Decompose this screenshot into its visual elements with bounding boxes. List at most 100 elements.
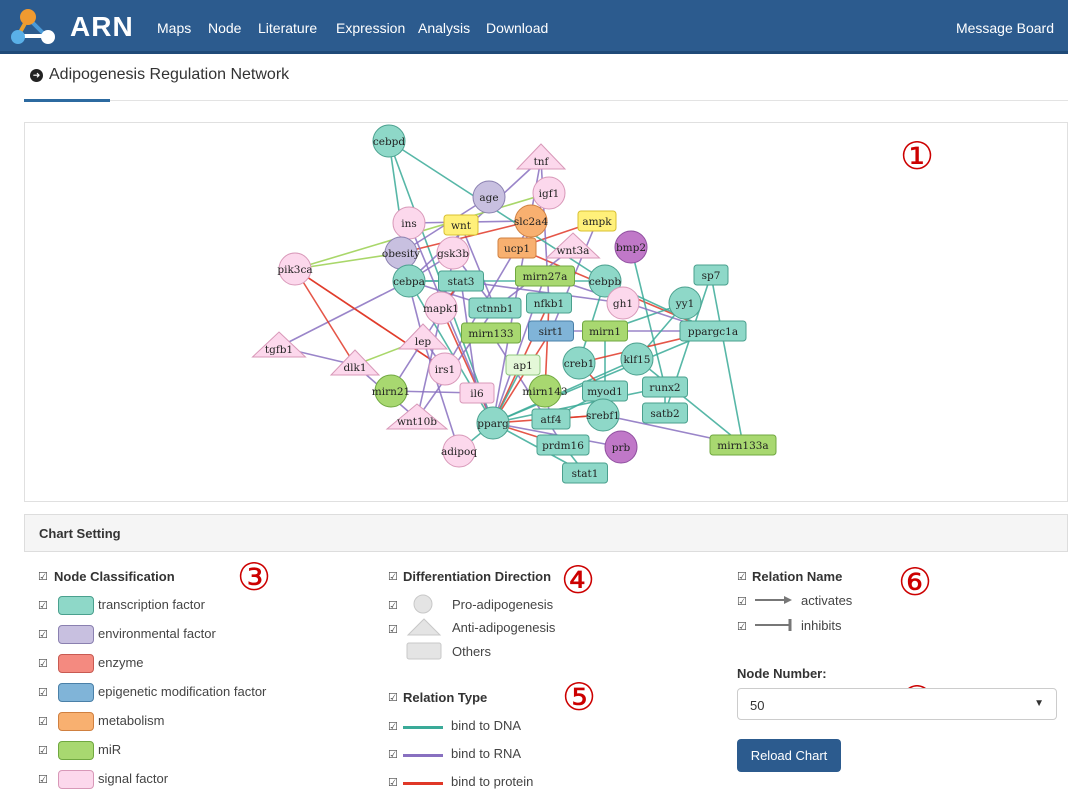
network-edge: [710, 274, 744, 446]
nav-analysis[interactable]: Analysis: [418, 20, 470, 36]
checkbox-enzyme[interactable]: ☑: [38, 657, 48, 670]
network-node-cebpd[interactable]: cebpd: [372, 124, 406, 158]
nav-expression[interactable]: Expression: [336, 20, 405, 36]
nav-download[interactable]: Download: [486, 20, 548, 36]
checkbox-activates[interactable]: ☑: [737, 595, 747, 608]
network-node-prdm16[interactable]: prdm16: [536, 434, 590, 456]
network-node-ins[interactable]: ins: [392, 206, 426, 240]
callout-6: ⑥: [898, 562, 933, 604]
swatch-mir: [58, 741, 94, 760]
checkbox-pro-adipogenesis[interactable]: ☑: [388, 599, 398, 612]
label-bind-dna: bind to DNA: [451, 718, 522, 733]
network-node-label: igf1: [539, 188, 560, 200]
checkbox-inhibits[interactable]: ☑: [737, 620, 747, 633]
network-node-mirn21[interactable]: mirn21: [372, 374, 410, 408]
network-node-myod1[interactable]: myod1: [582, 380, 628, 402]
network-node-mirn1[interactable]: mirn1: [582, 320, 628, 342]
nav-node[interactable]: Node: [208, 20, 241, 36]
checkbox-mir[interactable]: ☑: [38, 744, 48, 757]
relation-type-checkbox[interactable]: ☑: [388, 691, 398, 704]
checkbox-signal-factor[interactable]: ☑: [38, 773, 48, 786]
network-graph[interactable]: cebpd tnf igf1 age ins wnt slc2a4 ampk obesity gs…: [25, 123, 1067, 501]
reload-chart-button[interactable]: Reload Chart: [737, 739, 841, 772]
network-node-ucp1[interactable]: ucp1: [497, 237, 537, 259]
label-metabolism: metabolism: [98, 713, 165, 728]
network-node-srebf1[interactable]: srebf1: [586, 398, 620, 432]
network-node-bmp2[interactable]: bmp2: [614, 230, 648, 264]
network-node-label: tnf: [534, 156, 550, 168]
node-classification-checkbox[interactable]: ☑: [38, 570, 48, 583]
network-node-mirn133a[interactable]: mirn133a: [709, 434, 777, 456]
network-graph-panel[interactable]: cebpd tnf igf1 age ins wnt slc2a4 ampk obesity gs…: [24, 122, 1068, 502]
network-node-mirn133[interactable]: mirn133: [461, 322, 521, 344]
node-number-select[interactable]: 50 ▼: [737, 688, 1057, 720]
checkbox-bind-dna[interactable]: ☑: [388, 720, 398, 733]
checkbox-anti-adipogenesis[interactable]: ☑: [388, 623, 398, 636]
nav-literature[interactable]: Literature: [258, 20, 317, 36]
network-node-age[interactable]: age: [472, 180, 506, 214]
network-edge: [636, 358, 744, 446]
network-node-nfkb1[interactable]: nfkb1: [526, 292, 572, 314]
checkbox-transcription-factor[interactable]: ☑: [38, 599, 48, 612]
network-node-gsk3b[interactable]: gsk3b: [436, 236, 470, 270]
network-node-tgfb1[interactable]: tgfb1: [251, 331, 307, 358]
network-node-mirn27a[interactable]: mirn27a: [515, 265, 575, 287]
nav-maps[interactable]: Maps: [157, 20, 191, 36]
network-node-label: dlk1: [343, 362, 366, 374]
triangle-shape-icon: [406, 618, 442, 636]
network-node-label: ctnnb1: [476, 303, 513, 315]
caret-down-icon: ▼: [1034, 698, 1044, 709]
network-node-creb1[interactable]: creb1: [562, 346, 596, 380]
network-node-ampk[interactable]: ampk: [577, 210, 617, 232]
network-node-irs1[interactable]: irs1: [428, 352, 462, 386]
checkbox-bind-protein[interactable]: ☑: [388, 776, 398, 789]
network-node-label: creb1: [564, 358, 595, 370]
checkbox-epigenetic[interactable]: ☑: [38, 686, 48, 699]
inhibit-bar-icon: [755, 619, 792, 631]
network-node-label: mirn21: [372, 386, 410, 398]
network-node-sirt1[interactable]: sirt1: [528, 320, 574, 342]
network-node-ppargc1a[interactable]: ppargc1a: [679, 320, 747, 342]
top-navbar: ARN Maps Node Literature Expression Anal…: [0, 0, 1068, 54]
network-node-wnt3a[interactable]: wnt3a: [545, 232, 601, 259]
network-node-mapk1[interactable]: mapk1: [423, 291, 459, 325]
network-node-stat1[interactable]: stat1: [562, 462, 608, 484]
differentiation-direction-checkbox[interactable]: ☑: [388, 570, 398, 583]
network-node-pik3ca[interactable]: pik3ca: [277, 252, 313, 286]
network-node-sp7[interactable]: sp7: [693, 264, 729, 286]
label-pro-adipogenesis: Pro-adipogenesis: [452, 597, 554, 612]
network-node-yy1[interactable]: yy1: [668, 286, 702, 320]
checkbox-environmental-factor[interactable]: ☑: [38, 628, 48, 641]
node-number-label: Node Number:: [737, 666, 827, 681]
checkbox-metabolism[interactable]: ☑: [38, 715, 48, 728]
network-node-cebpa[interactable]: cebpa: [392, 264, 426, 298]
checkbox-bind-rna[interactable]: ☑: [388, 748, 398, 761]
network-node-atf4[interactable]: atf4: [531, 408, 571, 430]
network-node-label: gh1: [613, 298, 633, 310]
callout-1: ①: [900, 136, 935, 178]
nav-message-board[interactable]: Message Board: [956, 20, 1054, 36]
relation-name-checkbox[interactable]: ☑: [737, 570, 747, 583]
network-node-ctnnb1[interactable]: ctnnb1: [468, 297, 522, 319]
line-bind-protein: [403, 782, 443, 785]
network-node-mirn143[interactable]: mirn143: [522, 374, 568, 408]
network-node-prb[interactable]: prb: [604, 430, 638, 464]
network-node-klf15[interactable]: klf15: [620, 342, 654, 376]
network-node-stat3[interactable]: stat3: [438, 270, 484, 292]
network-node-wnt10b[interactable]: wnt10b: [385, 403, 449, 430]
network-node-gh1[interactable]: gh1: [606, 286, 640, 320]
network-node-dlk1[interactable]: dlk1: [329, 349, 381, 376]
tab-underline: [24, 100, 1068, 101]
network-node-tnf[interactable]: tnf: [515, 143, 567, 170]
network-node-label: cebpb: [589, 276, 622, 288]
network-node-lep[interactable]: lep: [397, 323, 449, 350]
network-node-runx2[interactable]: runx2: [642, 376, 688, 398]
network-node-satb2[interactable]: satb2: [642, 402, 688, 424]
network-node-igf1[interactable]: igf1: [532, 176, 566, 210]
network-node-pparg[interactable]: pparg: [476, 406, 510, 440]
network-node-il6[interactable]: il6: [459, 382, 495, 404]
arn-logo-icon[interactable]: [8, 6, 64, 48]
network-node-ap1[interactable]: ap1: [505, 354, 541, 376]
app-brand[interactable]: ARN: [70, 11, 134, 43]
network-node-wnt[interactable]: wnt: [443, 214, 479, 236]
